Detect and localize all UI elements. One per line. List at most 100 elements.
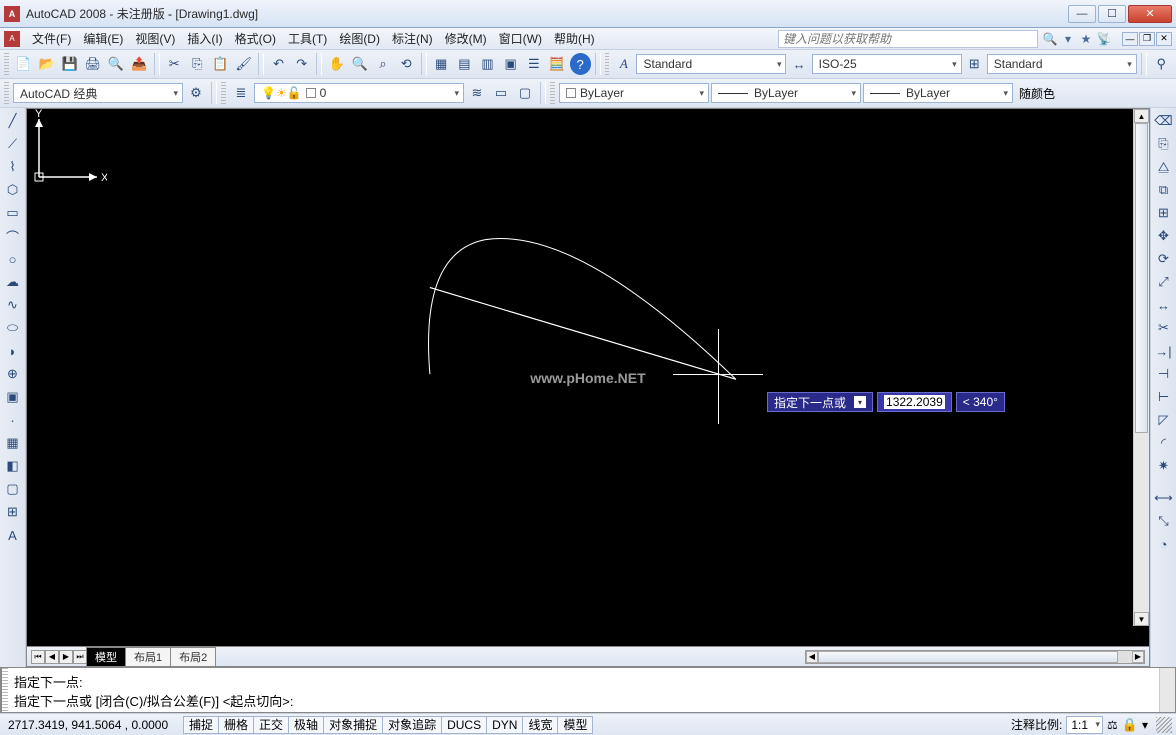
polar-toggle[interactable]: 极轴 [288,716,324,734]
design-center-icon[interactable]: ▤ [454,53,475,75]
lineweight-combo[interactable]: ByLayer▾ [863,83,1013,103]
ellipse-arc-icon[interactable]: ◗ [2,340,24,362]
scale-icon[interactable]: ⤢ [1153,271,1175,293]
stretch-icon[interactable]: ↔ [1153,294,1175,316]
pan-icon[interactable]: ✋ [326,53,347,75]
paste-icon[interactable]: 📋 [210,53,231,75]
break-icon[interactable]: ⊣ [1153,363,1175,385]
grid-toggle[interactable]: 栅格 [218,716,254,734]
dim-style-combo[interactable]: ISO-25▾ [812,54,962,74]
scroll-thumb[interactable] [1135,123,1148,433]
tab-layout2[interactable]: 布局2 [170,647,216,666]
workspace-settings-icon[interactable]: ⚙ [185,82,207,104]
new-icon[interactable]: 📄 [13,53,34,75]
gradient-icon[interactable]: ◧ [2,455,24,477]
toolbar-grip[interactable] [605,53,610,75]
menu-format[interactable]: 格式(O) [229,28,282,49]
ellipse-icon[interactable]: ⬭ [2,317,24,339]
open-icon[interactable]: 📂 [36,53,57,75]
maximize-button[interactable]: ☐ [1098,5,1126,23]
xline-icon[interactable]: ⟋ [2,133,24,155]
circle-icon[interactable]: ○ [2,248,24,270]
polyline-icon[interactable]: ⌇ [2,156,24,178]
explode-icon[interactable]: ✷ [1153,455,1175,477]
toolbar-grip[interactable] [221,82,226,104]
dropdown-icon[interactable]: ▾ [854,396,866,408]
doc-minimize-button[interactable]: — [1122,32,1138,46]
dynamic-angle-input[interactable]: < 340° [956,392,1005,412]
lock-icon[interactable]: 🔒 [1122,717,1138,733]
markup-icon[interactable]: ☰ [523,53,544,75]
menu-dimension[interactable]: 标注(N) [386,28,439,49]
text-style-icon[interactable]: A [613,53,634,75]
offset-icon[interactable]: ⧉ [1153,179,1175,201]
chamfer-icon[interactable]: ◸ [1153,409,1175,431]
match-prop-icon[interactable]: 🖌 [233,53,254,75]
scroll-up-icon[interactable]: ▲ [1134,109,1149,123]
menu-tools[interactable]: 工具(T) [282,28,333,49]
ducs-toggle[interactable]: DUCS [441,716,487,734]
properties-icon[interactable]: ▦ [431,53,452,75]
zoom-prev-icon[interactable]: ⟲ [396,53,417,75]
ortho-toggle[interactable]: 正交 [253,716,289,734]
copy-icon[interactable]: ⎘ [187,53,208,75]
osnap-toggle[interactable]: 对象捕捉 [323,716,383,734]
sheet-set-icon[interactable]: ▣ [500,53,521,75]
help-icon[interactable]: ? [570,53,591,75]
join-icon[interactable]: ⊢ [1153,386,1175,408]
mirror-icon[interactable]: ⧋ [1153,156,1175,178]
multileader-style-icon[interactable]: ⚲ [1151,53,1172,75]
preview-icon[interactable]: 🔍 [105,53,126,75]
resize-grip[interactable] [1156,717,1172,733]
toolbar-grip[interactable] [4,53,9,75]
extend-icon[interactable]: →| [1153,340,1175,362]
layer-iso-icon[interactable]: ▢ [514,82,536,104]
table-style-icon[interactable]: ⊞ [964,53,985,75]
fillet-icon[interactable]: ◜ [1153,432,1175,454]
tab-first-icon[interactable]: ⏮ [31,650,45,664]
scroll-down-icon[interactable]: ▼ [1134,612,1149,626]
table-icon[interactable]: ⊞ [2,501,24,523]
layer-combo[interactable]: 💡 ☀ 🔓 0▾ [254,83,464,103]
scroll-left-icon[interactable]: ◀ [806,651,818,663]
dim-aligned-icon[interactable]: ⤡ [1153,510,1175,532]
dyn-toggle[interactable]: DYN [486,716,523,734]
table-style-combo[interactable]: Standard▾ [987,54,1137,74]
command-scrollbar[interactable] [1159,668,1175,712]
scroll-right-icon[interactable]: ▶ [1132,651,1144,663]
command-window[interactable]: 指定下一点: 指定下一点或 [闭合(C)/拟合公差(F)] <起点切向>: [0,667,1176,713]
menu-file[interactable]: 文件(F) [26,28,77,49]
menu-modify[interactable]: 修改(M) [439,28,493,49]
snap-toggle[interactable]: 捕捉 [183,716,219,734]
layer-manager-icon[interactable]: ≣ [230,82,252,104]
rotate-icon[interactable]: ⟳ [1153,248,1175,270]
tool-palette-icon[interactable]: ▥ [477,53,498,75]
line-icon[interactable]: ╱ [2,110,24,132]
tab-model[interactable]: 模型 [86,647,126,666]
toolbar-grip[interactable] [550,82,555,104]
copy-obj-icon[interactable]: ⎘ [1153,133,1175,155]
minimize-button[interactable]: — [1068,5,1096,23]
tab-last-icon[interactable]: ⏭ [73,650,87,664]
menu-edit[interactable]: 编辑(E) [77,28,129,49]
dropdown-icon[interactable]: ▾ [1060,31,1076,47]
linetype-combo[interactable]: ByLayer▾ [711,83,861,103]
workspace-combo[interactable]: AutoCAD 经典▾ [13,83,183,103]
dim-style-icon[interactable]: ↔ [788,53,809,75]
layer-states-icon[interactable]: ▭ [490,82,512,104]
undo-icon[interactable]: ↶ [268,53,289,75]
layer-prev-icon[interactable]: ≋ [466,82,488,104]
vertical-scrollbar[interactable]: ▲ ▼ [1133,109,1149,626]
close-button[interactable]: ✕ [1128,5,1172,23]
doc-close-button[interactable]: ✕ [1156,32,1172,46]
coordinates-display[interactable]: 2717.3419, 941.5064 , 0.0000 [4,718,184,732]
status-menu-icon[interactable]: ▾ [1142,718,1148,732]
save-icon[interactable]: 💾 [59,53,80,75]
drawing-area[interactable]: www.pHome.NET 指定下一点或 ▾ 1322.2039 < 340° … [26,108,1150,667]
dynamic-distance-input[interactable]: 1322.2039 [877,392,952,412]
tab-next-icon[interactable]: ▶ [59,650,73,664]
lwt-toggle[interactable]: 线宽 [522,716,558,734]
menu-help[interactable]: 帮助(H) [548,28,601,49]
color-combo[interactable]: ByLayer▾ [559,83,709,103]
annotation-visibility-icon[interactable]: ⚖ [1107,718,1118,732]
